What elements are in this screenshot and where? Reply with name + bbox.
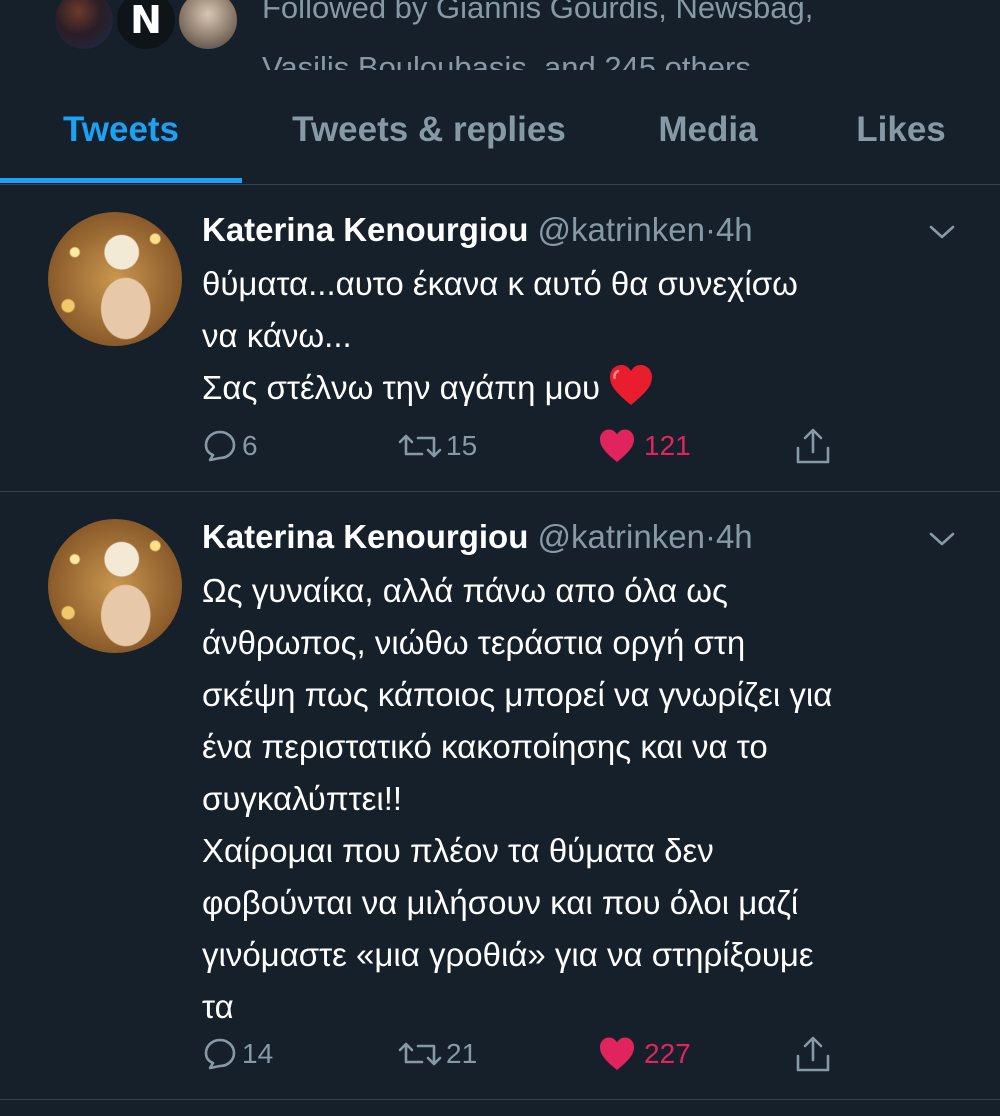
chevron-down-icon[interactable]: [928, 218, 956, 246]
tweet-line: Ως γυναίκα, αλλά πάνω απο όλα ως: [202, 572, 728, 609]
reply-count: 6: [242, 430, 258, 461]
reply-count: 14: [242, 1038, 274, 1069]
tweet-actions: 6 15 121: [0, 422, 1000, 470]
like-count: 121: [644, 430, 691, 461]
tweet[interactable]: Katerina Kenourgiou @katrinken·4h θύματα…: [0, 184, 1000, 492]
tweet[interactable]: Katerina Kenourgiou @katrinken·4h Ως γυν…: [0, 491, 1000, 1100]
heart-icon: [600, 1037, 634, 1070]
tweet-line: άνθρωπος, νιώθω τεράστια οργή στη: [202, 624, 746, 661]
tweet-line: συγκαλύπτει!!: [202, 780, 403, 817]
tab-media[interactable]: Media: [620, 92, 796, 184]
chevron-down-icon[interactable]: [928, 525, 956, 553]
author-name[interactable]: Katerina Kenourgiou: [202, 211, 528, 248]
retweet-button[interactable]: 21: [398, 1030, 477, 1078]
tweet-line: να κάνω...: [202, 317, 352, 354]
tweet-line: Σας στέλνω την αγάπη μου: [202, 369, 601, 406]
tweet-text: θύματα...αυτο έκανα κ αυτό θα συνεχίσω ν…: [202, 258, 972, 414]
retweet-icon: [398, 1042, 442, 1066]
tweet-actions: 14 21 227: [0, 1030, 1000, 1078]
like-button[interactable]: 121: [598, 422, 691, 470]
followed-by-line-2: Vasilis Bouloubasis, and 245 others: [262, 50, 751, 70]
share-button[interactable]: [794, 422, 832, 470]
follower-avatar: [176, 0, 240, 52]
share-icon: [796, 428, 830, 464]
tweet-header: Katerina Kenourgiou @katrinken·4h: [202, 517, 753, 557]
tweet-line: γινόμαστε «μια γροθιά» για να στηρίξουμε: [202, 936, 814, 973]
retweet-button[interactable]: 15: [398, 422, 477, 470]
tweet-line: τα: [202, 988, 234, 1025]
reply-icon: [204, 1038, 236, 1070]
retweet-count: 15: [446, 430, 478, 461]
tab-tweets-and-replies[interactable]: Tweets & replies: [258, 92, 600, 184]
share-button[interactable]: [794, 1030, 832, 1078]
followed-by-line-1: Followed by Giannis Gourdis, Newsbag,: [262, 0, 814, 25]
tweet-author-avatar[interactable]: [48, 212, 182, 346]
tab-tweets[interactable]: Tweets: [0, 92, 242, 184]
like-button[interactable]: 227: [598, 1030, 691, 1078]
follower-avatars: N: [52, 0, 242, 58]
tweet-line: θύματα...αυτο έκανα κ αυτό θα συνεχίσω: [202, 265, 798, 302]
tweet-time: 4h: [715, 211, 753, 248]
retweet-count: 21: [446, 1038, 478, 1069]
followed-by-section[interactable]: N Followed by Giannis Gourdis, Newsbag, …: [0, 0, 1000, 70]
reply-icon: [204, 430, 236, 462]
author-name[interactable]: Katerina Kenourgiou: [202, 518, 528, 555]
share-icon: [796, 1036, 830, 1072]
tweet-line: ένα περιστατικό κακοποίησης και να το: [202, 728, 768, 765]
tweet-line: Χαίρομαι που πλέον τα θύματα δεν: [202, 832, 714, 869]
tweet-line: φοβούνται να μιλήσουν και που όλοι μαζί: [202, 884, 799, 921]
reply-button[interactable]: 14: [202, 1030, 273, 1078]
retweet-icon: [398, 434, 442, 458]
tweet-time: 4h: [715, 518, 753, 555]
tweet-line: σκέψη πως κάποιος μπορεί να γνωρίζει για: [202, 676, 833, 713]
tweet-header: Katerina Kenourgiou @katrinken·4h: [202, 210, 753, 250]
avatar-letter: N: [130, 0, 162, 42]
tweet-line-with-emoji: Σας στέλνω την αγάπη μου: [202, 362, 972, 414]
active-tab-indicator: [0, 178, 242, 183]
follower-avatar-newsbag: N: [114, 0, 178, 52]
tab-likes[interactable]: Likes: [820, 92, 982, 184]
header-separator: ·: [704, 211, 716, 248]
reply-button[interactable]: 6: [202, 422, 258, 470]
tweet-author-avatar[interactable]: [48, 519, 182, 653]
author-handle: @katrinken: [537, 518, 705, 555]
red-heart-emoji: [610, 365, 653, 405]
like-count: 227: [644, 1038, 691, 1069]
profile-tabs: Tweets Tweets & replies Media Likes: [0, 92, 1000, 185]
author-handle: @katrinken: [537, 211, 705, 248]
follower-avatar: [52, 0, 116, 52]
tweet-text: Ως γυναίκα, αλλά πάνω απο όλα ως άνθρωπο…: [202, 565, 972, 1033]
followed-by-text: Followed by Giannis Gourdis, Newsbag, Va…: [262, 0, 813, 70]
header-separator: ·: [704, 518, 716, 555]
heart-icon: [600, 429, 634, 462]
